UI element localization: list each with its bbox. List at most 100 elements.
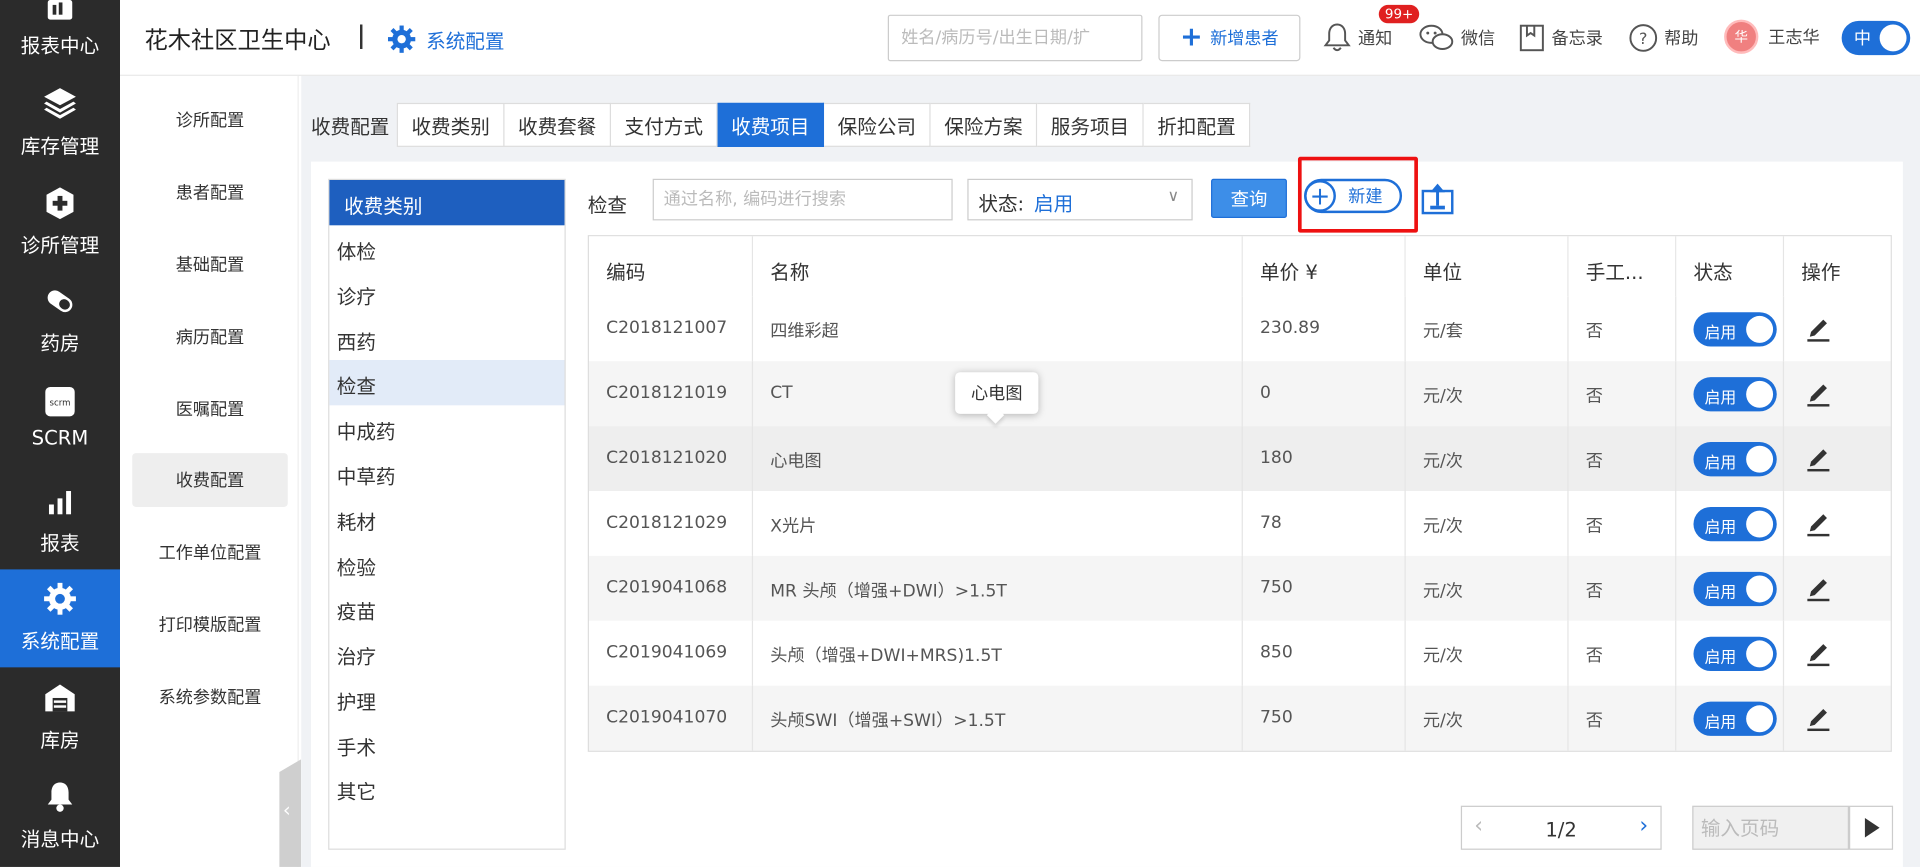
goto-page-button[interactable] (1848, 805, 1894, 850)
edit-icon[interactable] (1805, 573, 1832, 602)
nav-item-report-center[interactable]: 报表中心 (0, 0, 120, 58)
current-category-label: 检查 (587, 193, 627, 217)
status-toggle[interactable]: 启用 (1693, 636, 1777, 672)
nav-item-inventory[interactable]: 库存管理 (0, 76, 120, 174)
top-header: 花木社区卫生中心 系统配置 + 新增患者 通知 99+ 微信 备忘录 ? 帮助 … (120, 0, 1920, 76)
tab-billing-item[interactable]: 收费项目 (717, 102, 825, 147)
side-item-record-config[interactable]: 病历配置 (132, 310, 288, 364)
category-item[interactable]: 手术 (329, 721, 564, 766)
edit-icon[interactable] (1805, 443, 1832, 472)
name-tooltip: 心电图 (955, 372, 1039, 414)
item-search-input[interactable] (652, 178, 953, 221)
play-icon (1864, 817, 1880, 838)
nav-item-warehouse[interactable]: 库房 (0, 669, 120, 767)
nav-item-messages[interactable]: 消息中心 (0, 769, 120, 867)
tab-payment-method[interactable]: 支付方式 (611, 102, 718, 147)
cell-unit: 元/次 (1406, 685, 1569, 751)
status-toggle[interactable]: 启用 (1693, 312, 1777, 347)
side-item-work-unit-config[interactable]: 工作单位配置 (132, 525, 288, 579)
edit-icon[interactable] (1805, 703, 1832, 732)
cell-code: C2019041069 (589, 620, 754, 686)
column-header-manual: 手工... (1568, 236, 1677, 297)
memo-button[interactable]: 备忘录 (1518, 22, 1603, 54)
tab-billing-category[interactable]: 收费类别 (396, 102, 505, 147)
header-divider (360, 24, 363, 49)
new-item-label: 新建 (1348, 187, 1383, 207)
tab-service-item[interactable]: 服务项目 (1037, 102, 1144, 147)
cell-manual: 否 (1569, 555, 1677, 621)
category-item[interactable]: 其它 (329, 765, 564, 810)
side-item-print-template-config[interactable]: 打印模版配置 (132, 598, 288, 652)
side-item-order-config[interactable]: 医嘱配置 (132, 382, 288, 436)
table-row[interactable]: C2019041070 头颅SWI（增强+SWI）>1.5T 750 元/次 否… (588, 685, 1891, 751)
cell-manual: 否 (1569, 296, 1677, 362)
table-row[interactable]: C2018121007 四维彩超 230.89 元/套 否 启用 (588, 296, 1891, 362)
export-icon[interactable] (1420, 179, 1454, 216)
edit-icon[interactable] (1805, 378, 1832, 407)
category-item[interactable]: 检验 (329, 541, 564, 586)
table-row[interactable]: C2018121019 CT 0 元/次 否 启用 (588, 361, 1891, 427)
edit-icon[interactable] (1805, 638, 1832, 667)
table-row[interactable]: C2019041068 MR 头颅（增强+DWI）>1.5T 750 元/次 否… (588, 555, 1891, 621)
side-item-billing-config[interactable]: 收费配置 (132, 453, 288, 507)
table-row[interactable]: C2019041069 头颅（增强+DWI+MRS)1.5T 850 元/次 否… (588, 620, 1891, 686)
language-toggle[interactable]: 中 (1841, 20, 1911, 56)
toggle-knob (1746, 640, 1774, 668)
category-item[interactable]: 诊疗 (329, 271, 564, 316)
table-row-hovered[interactable]: C2018121020 心电图 180 元/次 否 启用 (588, 426, 1891, 492)
side-item-patient-config[interactable]: 患者配置 (132, 165, 288, 219)
side-item-basic-config[interactable]: 基础配置 (132, 238, 288, 292)
nav-label: 系统配置 (20, 629, 100, 653)
nav-item-clinic[interactable]: 诊所管理 (0, 174, 120, 272)
category-item[interactable]: 中成药 (329, 405, 564, 450)
tab-billing-package[interactable]: 收费套餐 (504, 102, 612, 147)
table-row[interactable]: C2018121029 X光片 78 元/次 否 启用 (588, 491, 1891, 556)
query-button[interactable]: 查询 (1211, 178, 1287, 218)
collapse-sidebar-handle[interactable]: ‹ (279, 759, 302, 867)
avatar[interactable]: 华 (1724, 19, 1759, 54)
status-select[interactable]: 状态: 启用 ∨ (967, 178, 1193, 221)
status-toggle[interactable]: 启用 (1693, 571, 1777, 607)
tab-discount-config[interactable]: 折扣配置 (1143, 102, 1251, 147)
side-item-system-param-config[interactable]: 系统参数配置 (132, 670, 288, 724)
wechat-button[interactable]: 微信 (1418, 22, 1495, 54)
category-item[interactable]: 耗材 (329, 496, 564, 541)
nav-item-scrm[interactable]: scrm SCRM (0, 370, 120, 468)
status-toggle-label: 启用 (1704, 324, 1737, 343)
nav-item-system-config[interactable]: 系统配置 (0, 569, 121, 668)
category-item-selected[interactable]: 检查 (329, 360, 565, 406)
add-patient-button[interactable]: + 新增患者 (1158, 14, 1301, 62)
edit-icon[interactable] (1805, 508, 1832, 537)
column-header-code: 编码 (588, 236, 754, 297)
chevron-left-icon[interactable]: ‹ (1474, 813, 1483, 839)
edit-icon[interactable] (1805, 313, 1832, 342)
status-toggle[interactable]: 启用 (1693, 701, 1777, 736)
tabs-title: 收费配置 (311, 115, 390, 139)
status-toggle[interactable]: 启用 (1693, 506, 1777, 542)
column-header-actions: 操作 (1784, 236, 1891, 297)
user-name[interactable]: 王志华 (1768, 24, 1819, 48)
wechat-label: 微信 (1460, 29, 1496, 49)
cell-price: 0 (1243, 361, 1406, 427)
nav-item-pharmacy[interactable]: 药房 (0, 272, 120, 370)
notifications-button[interactable]: 通知 (1322, 22, 1392, 54)
tab-insurance-plan[interactable]: 保险方案 (930, 102, 1038, 147)
category-item[interactable]: 中草药 (329, 451, 564, 496)
cell-code: C2018121020 (589, 426, 754, 492)
category-item[interactable]: 西药 (329, 316, 564, 361)
help-button[interactable]: ? 帮助 (1629, 22, 1698, 54)
patient-search-input[interactable] (887, 14, 1143, 62)
tab-insurance-company[interactable]: 保险公司 (824, 102, 931, 147)
nav-item-reports[interactable]: 报表 (0, 470, 120, 568)
chevron-right-icon[interactable]: › (1639, 813, 1648, 839)
category-item[interactable]: 治疗 (329, 631, 564, 676)
side-item-clinic-config[interactable]: 诊所配置 (132, 93, 288, 147)
status-toggle[interactable]: 启用 (1693, 377, 1777, 412)
status-toggle[interactable]: 启用 (1693, 442, 1777, 477)
category-item[interactable]: 疫苗 (329, 585, 564, 630)
category-item[interactable]: 体检 (329, 225, 564, 270)
new-item-button[interactable]: + 新建 (1304, 178, 1403, 214)
goto-page-input[interactable] (1692, 805, 1849, 850)
page-indicator: 1/2 (1545, 817, 1577, 842)
category-item[interactable]: 护理 (329, 676, 564, 721)
